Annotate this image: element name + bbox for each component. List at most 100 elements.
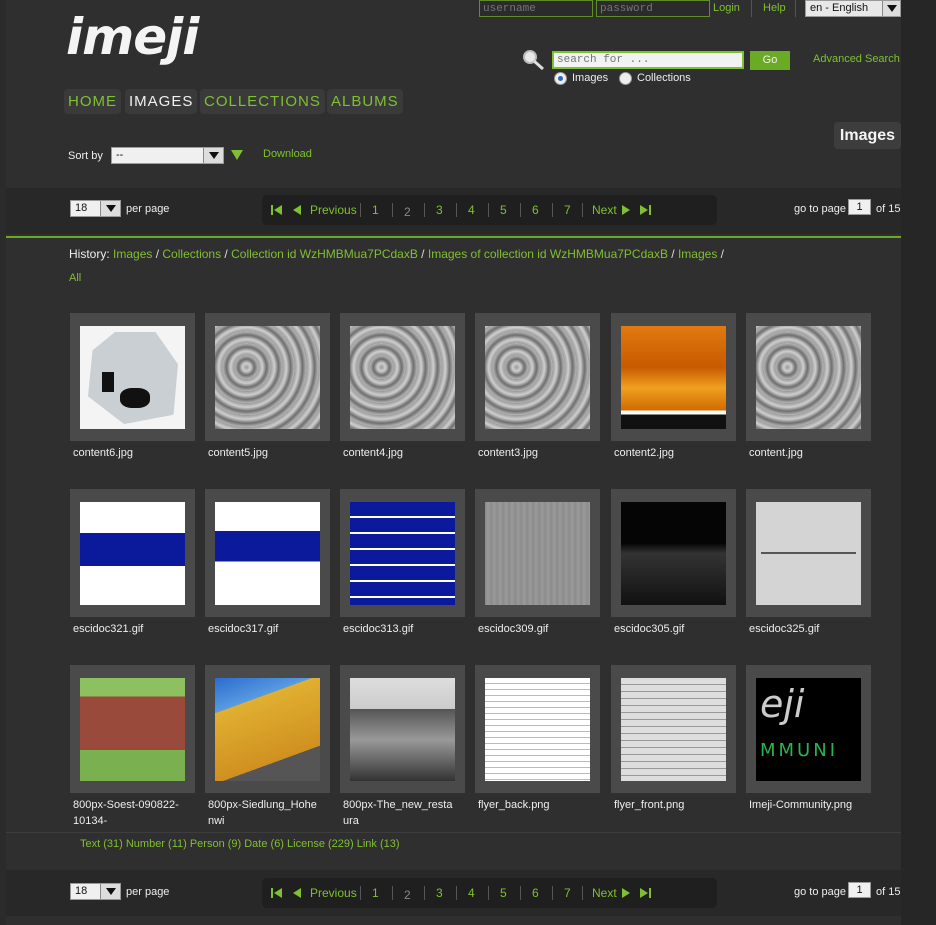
image-caption[interactable]: 800px-Soest-090822-10134- — [73, 797, 183, 829]
advanced-search-link[interactable]: Advanced Search — [813, 53, 900, 65]
language-select[interactable]: en - English — [805, 0, 901, 17]
last-page-icon[interactable] — [649, 888, 651, 898]
page-7[interactable]: 7 — [564, 886, 571, 900]
page-6[interactable]: 6 — [532, 886, 539, 900]
image-thumbnail[interactable] — [350, 678, 455, 781]
breadcrumb-collection-id[interactable]: Collection id WzHMBMua7PCdaxB — [231, 247, 418, 261]
next-link[interactable]: Next — [592, 886, 617, 900]
image-tile[interactable] — [475, 313, 600, 441]
image-tile[interactable] — [340, 489, 465, 617]
image-caption[interactable]: content4.jpg — [343, 445, 453, 461]
image-thumbnail[interactable] — [80, 326, 185, 429]
image-caption[interactable]: escidoc321.gif — [73, 621, 183, 637]
image-thumbnail[interactable] — [80, 678, 185, 781]
last-page-arrow-icon[interactable] — [640, 205, 648, 215]
next-arrow-icon[interactable] — [622, 888, 630, 898]
page-1[interactable]: 1 — [372, 886, 379, 900]
image-thumbnail[interactable] — [215, 678, 320, 781]
per-page-select[interactable]: 18 — [70, 200, 121, 217]
nav-home[interactable]: HOME — [64, 89, 121, 114]
previous-arrow-icon[interactable] — [293, 888, 301, 898]
image-thumbnail[interactable] — [756, 502, 861, 605]
breadcrumb-images-2[interactable]: Images — [678, 247, 717, 261]
help-link[interactable]: Help — [763, 2, 786, 14]
page-7[interactable]: 7 — [564, 203, 571, 217]
image-caption[interactable]: escidoc325.gif — [749, 621, 859, 637]
image-caption[interactable]: content6.jpg — [73, 445, 183, 461]
image-thumbnail[interactable] — [215, 502, 320, 605]
image-tile[interactable] — [205, 313, 330, 441]
download-link[interactable]: Download — [263, 148, 312, 160]
next-arrow-icon[interactable] — [622, 205, 630, 215]
nav-collections[interactable]: COLLECTIONS — [200, 89, 325, 114]
page-5[interactable]: 5 — [500, 203, 507, 217]
breadcrumb-all[interactable]: All — [69, 272, 81, 284]
image-tile[interactable] — [70, 489, 195, 617]
previous-arrow-icon[interactable] — [293, 205, 301, 215]
image-tile[interactable] — [475, 489, 600, 617]
image-thumbnail[interactable] — [756, 326, 861, 429]
first-page-icon[interactable] — [271, 205, 273, 215]
breadcrumb-images[interactable]: Images — [113, 247, 152, 261]
image-tile[interactable] — [475, 665, 600, 793]
image-caption[interactable]: Imeji-Community.png — [749, 797, 859, 813]
image-caption[interactable]: content.jpg — [749, 445, 859, 461]
facets-list[interactable]: Text (31) Number (11) Person (9) Date (6… — [80, 838, 400, 850]
image-thumbnail[interactable] — [621, 678, 726, 781]
image-tile[interactable] — [340, 313, 465, 441]
page-4[interactable]: 4 — [468, 203, 475, 217]
last-page-icon[interactable] — [649, 205, 651, 215]
image-thumbnail[interactable] — [485, 326, 590, 429]
image-caption[interactable]: escidoc317.gif — [208, 621, 318, 637]
goto-page-input-bottom[interactable] — [848, 882, 871, 898]
image-tile[interactable] — [611, 665, 736, 793]
imeji-logo[interactable]: imeji — [66, 12, 199, 62]
image-tile[interactable]: MMUNI eji — [746, 665, 871, 793]
first-page-arrow-icon[interactable] — [274, 205, 282, 215]
previous-link[interactable]: Previous — [310, 203, 357, 217]
image-caption[interactable]: content5.jpg — [208, 445, 318, 461]
image-thumbnail[interactable] — [621, 502, 726, 605]
image-thumbnail[interactable] — [350, 326, 455, 429]
image-tile[interactable] — [205, 489, 330, 617]
radio-collections[interactable] — [619, 72, 632, 85]
image-tile[interactable] — [70, 665, 195, 793]
page-3[interactable]: 3 — [436, 203, 443, 217]
page-4[interactable]: 4 — [468, 886, 475, 900]
page-3[interactable]: 3 — [436, 886, 443, 900]
image-tile[interactable] — [205, 665, 330, 793]
sort-order-icon[interactable] — [231, 150, 243, 166]
goto-page-input[interactable] — [848, 199, 871, 215]
nav-images[interactable]: IMAGES — [125, 89, 198, 114]
sort-select[interactable]: -- — [111, 147, 224, 164]
username-input[interactable] — [479, 0, 593, 17]
image-thumbnail[interactable] — [621, 326, 726, 429]
image-tile[interactable] — [746, 313, 871, 441]
image-tile[interactable] — [70, 313, 195, 441]
page-5[interactable]: 5 — [500, 886, 507, 900]
image-thumbnail[interactable] — [215, 326, 320, 429]
image-caption[interactable]: 800px-The_new_restaura — [343, 797, 453, 829]
image-caption[interactable]: escidoc305.gif — [614, 621, 724, 637]
image-thumbnail[interactable] — [350, 502, 455, 605]
per-page-select-bottom[interactable]: 18 — [70, 883, 121, 900]
password-input[interactable] — [596, 0, 710, 17]
image-caption[interactable]: 800px-Siedlung_Hohenwi — [208, 797, 318, 829]
image-caption[interactable]: content2.jpg — [614, 445, 724, 461]
breadcrumb-collections[interactable]: Collections — [162, 247, 221, 261]
image-thumbnail[interactable]: MMUNI eji — [756, 678, 861, 781]
page-1[interactable]: 1 — [372, 203, 379, 217]
first-page-icon[interactable] — [271, 888, 273, 898]
image-thumbnail[interactable] — [485, 502, 590, 605]
next-link[interactable]: Next — [592, 203, 617, 217]
radio-images[interactable] — [554, 72, 567, 85]
image-tile[interactable] — [340, 665, 465, 793]
login-link[interactable]: Login — [713, 2, 740, 14]
last-page-arrow-icon[interactable] — [640, 888, 648, 898]
page-6[interactable]: 6 — [532, 203, 539, 217]
go-button[interactable]: Go — [750, 51, 790, 70]
search-input[interactable] — [552, 51, 744, 69]
breadcrumb-images-of-collection[interactable]: Images of collection id WzHMBMua7PCdaxB — [428, 247, 668, 261]
image-caption[interactable]: flyer_back.png — [478, 797, 588, 813]
image-caption[interactable]: content3.jpg — [478, 445, 588, 461]
